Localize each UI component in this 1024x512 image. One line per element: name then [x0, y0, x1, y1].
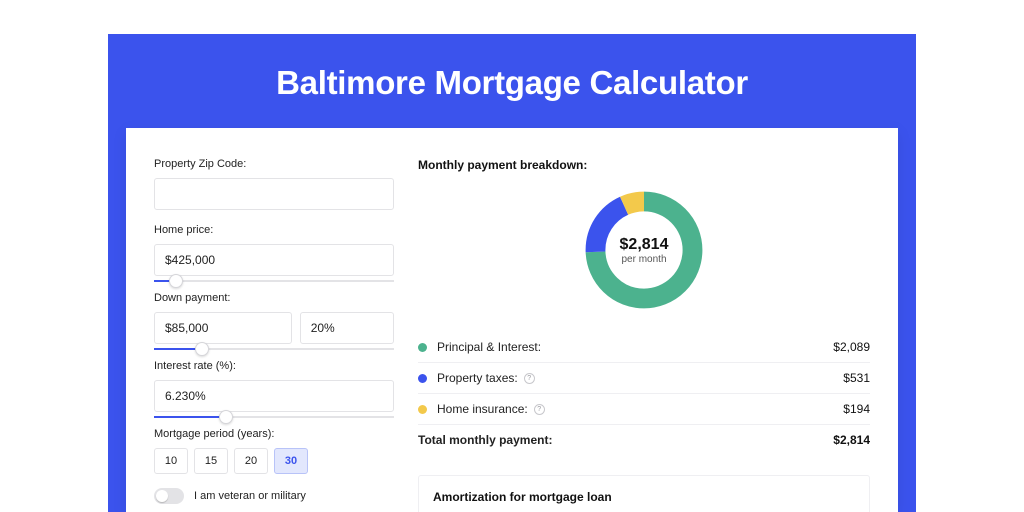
legend-value: $194 — [843, 402, 870, 416]
interest-slider[interactable] — [154, 416, 394, 418]
amortization-box: Amortization for mortgage loan Amortizat… — [418, 475, 870, 512]
legend-dot-icon — [418, 374, 427, 383]
legend-label: Property taxes: ? — [437, 371, 843, 385]
period-option-20[interactable]: 20 — [234, 448, 268, 474]
legend-row-taxes: Property taxes: ? $531 — [418, 363, 870, 394]
down-payment-slider[interactable] — [154, 348, 394, 350]
slider-thumb[interactable] — [169, 274, 183, 288]
legend-dot-icon — [418, 343, 427, 352]
total-value: $2,814 — [833, 433, 870, 447]
home-price-slider[interactable] — [154, 280, 394, 282]
legend-row-principal: Principal & Interest: $2,089 — [418, 332, 870, 363]
toggle-knob — [156, 490, 168, 502]
home-price-input[interactable] — [154, 244, 394, 276]
zip-label: Property Zip Code: — [154, 158, 394, 170]
period-option-30[interactable]: 30 — [274, 448, 308, 474]
down-payment-label: Down payment: — [154, 292, 394, 304]
total-label: Total monthly payment: — [418, 433, 833, 447]
slider-thumb[interactable] — [195, 342, 209, 356]
legend-value: $531 — [843, 371, 870, 385]
calculator-card: Property Zip Code: Home price: Down paym… — [126, 128, 898, 512]
period-options: 10 15 20 30 — [154, 448, 394, 474]
page-root: Baltimore Mortgage Calculator Property Z… — [0, 0, 1024, 512]
veteran-label: I am veteran or military — [194, 490, 306, 502]
legend-dot-icon — [418, 405, 427, 414]
veteran-toggle[interactable] — [154, 488, 184, 504]
down-payment-amount-input[interactable] — [154, 312, 292, 344]
donut-center: $2,814 per month — [580, 186, 708, 314]
legend-text: Home insurance: — [437, 402, 528, 416]
legend-value: $2,089 — [833, 340, 870, 354]
down-payment-group: Down payment: — [154, 292, 394, 350]
info-icon[interactable]: ? — [524, 373, 535, 384]
info-icon[interactable]: ? — [534, 404, 545, 415]
legend-label: Principal & Interest: — [437, 340, 833, 354]
period-option-15[interactable]: 15 — [194, 448, 228, 474]
home-price-label: Home price: — [154, 224, 394, 236]
down-payment-percent-input[interactable] — [300, 312, 394, 344]
breakdown-title: Monthly payment breakdown: — [418, 158, 870, 172]
zip-input[interactable] — [154, 178, 394, 210]
zip-field-group: Property Zip Code: — [154, 158, 394, 210]
legend-text: Property taxes: — [437, 371, 518, 385]
period-group: Mortgage period (years): 10 15 20 30 — [154, 428, 394, 474]
donut-amount: $2,814 — [620, 236, 669, 254]
interest-label: Interest rate (%): — [154, 360, 394, 372]
page-title: Baltimore Mortgage Calculator — [108, 34, 916, 102]
card-inner: Property Zip Code: Home price: Down paym… — [126, 128, 898, 512]
donut-sub: per month — [621, 254, 666, 265]
legend-text: Principal & Interest: — [437, 340, 541, 354]
home-price-group: Home price: — [154, 224, 394, 282]
interest-input[interactable] — [154, 380, 394, 412]
donut-chart: $2,814 per month — [580, 186, 708, 314]
period-label: Mortgage period (years): — [154, 428, 394, 440]
legend-row-insurance: Home insurance: ? $194 — [418, 394, 870, 425]
veteran-row: I am veteran or military — [154, 488, 394, 504]
period-option-10[interactable]: 10 — [154, 448, 188, 474]
legend-label: Home insurance: ? — [437, 402, 843, 416]
slider-thumb[interactable] — [219, 410, 233, 424]
legend-row-total: Total monthly payment: $2,814 — [418, 425, 870, 455]
amortization-title: Amortization for mortgage loan — [433, 490, 855, 504]
interest-group: Interest rate (%): — [154, 360, 394, 418]
form-column: Property Zip Code: Home price: Down paym… — [154, 158, 394, 512]
donut-chart-wrap: $2,814 per month — [418, 186, 870, 314]
breakdown-column: Monthly payment breakdown: $2,814 per mo… — [418, 158, 870, 512]
slider-fill — [154, 416, 226, 418]
